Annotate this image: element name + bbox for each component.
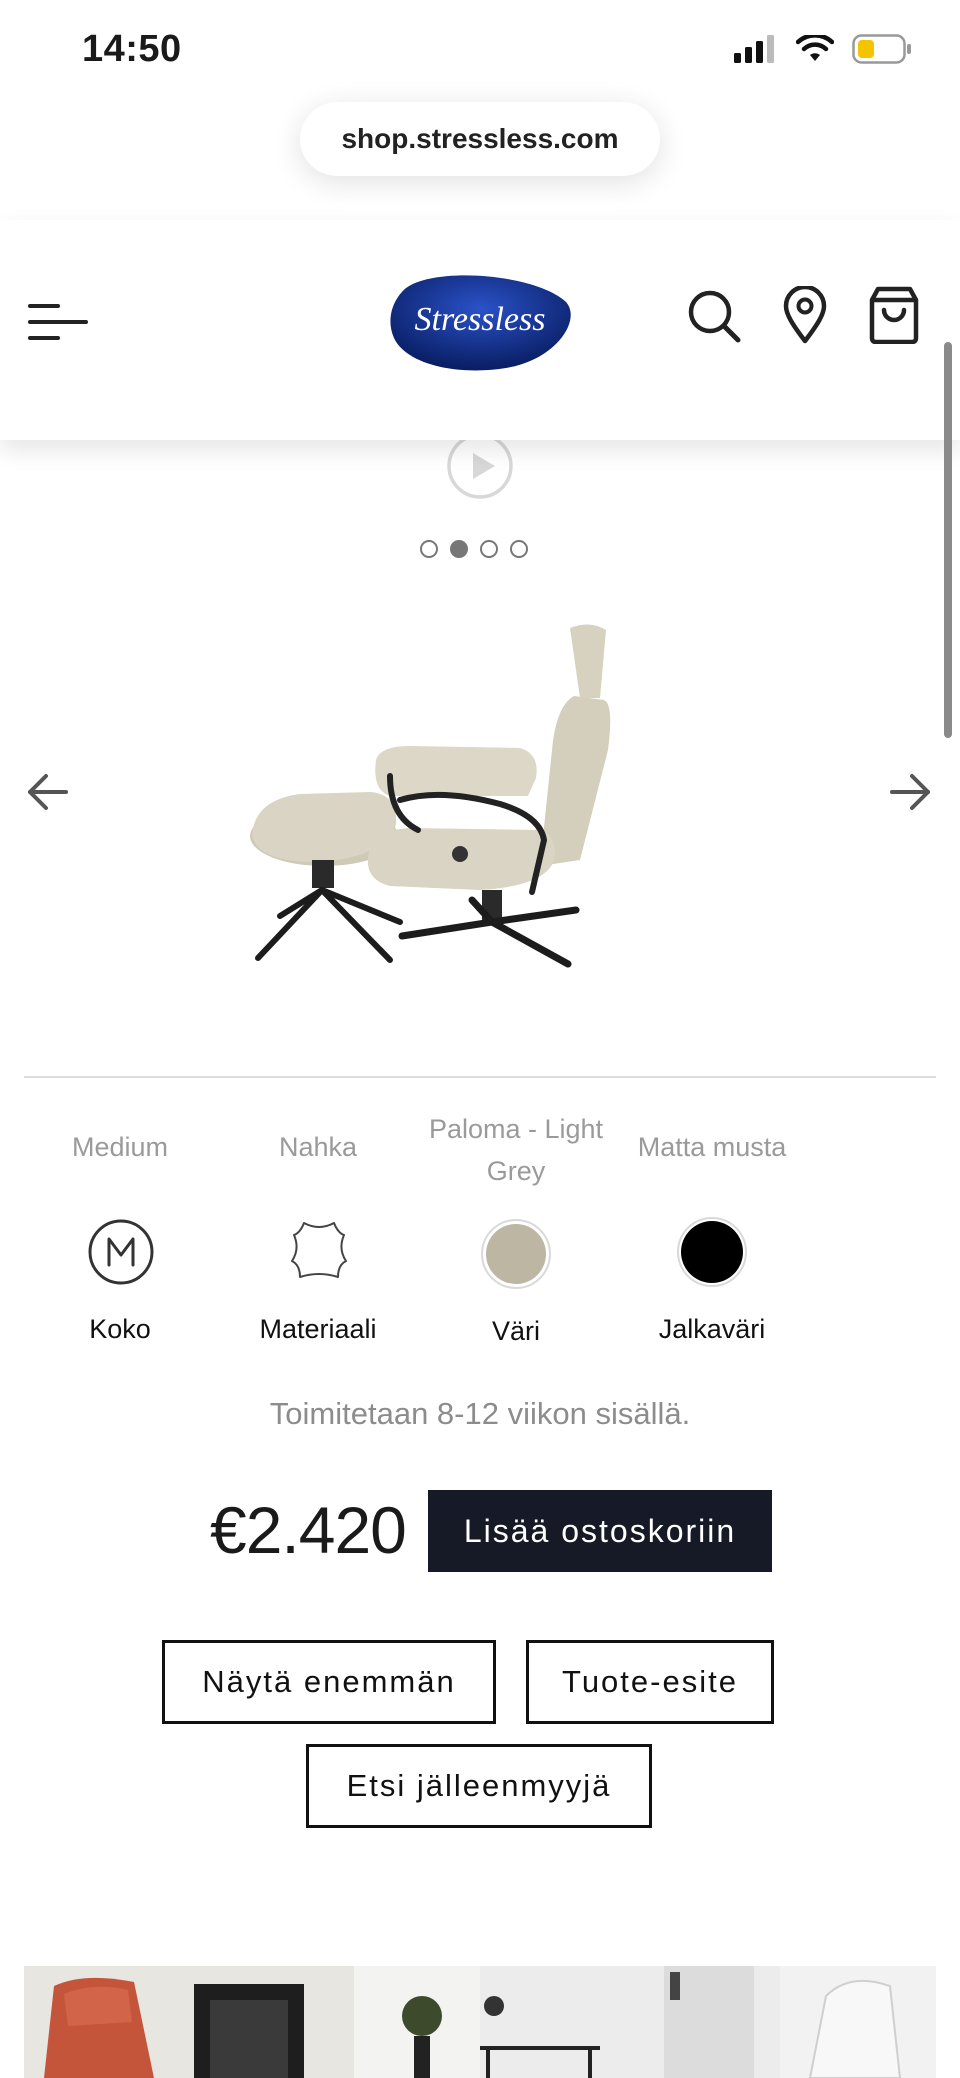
option-color-value-wrap: Paloma - Light Grey bbox=[418, 1108, 614, 1192]
carousel-dot-2[interactable] bbox=[450, 540, 468, 558]
product-price: €2.420 bbox=[210, 1493, 407, 1567]
stressless-logo[interactable]: Stressless bbox=[386, 268, 574, 374]
status-icons bbox=[734, 34, 912, 64]
cellular-signal-icon bbox=[734, 35, 774, 63]
find-dealer-button[interactable]: Etsi jälleenmyyjä bbox=[306, 1744, 652, 1828]
menu-icon[interactable] bbox=[28, 300, 88, 344]
product-image bbox=[250, 624, 611, 968]
lifestyle-photo-right-image bbox=[480, 1966, 936, 2078]
show-more-button[interactable]: Näytä enemmän bbox=[162, 1640, 496, 1724]
shopping-bag-icon[interactable] bbox=[868, 286, 920, 344]
option-material-value: Nahka bbox=[278, 1132, 358, 1162]
option-size-value-wrap: Medium bbox=[22, 1126, 218, 1168]
option-base-value-wrap: Matta musta bbox=[614, 1126, 810, 1168]
option-base-value: Matta musta bbox=[637, 1132, 787, 1162]
carousel-dot-4[interactable] bbox=[510, 540, 528, 558]
option-base-label-wrap: Jalkaväri bbox=[614, 1314, 810, 1345]
base-color-swatch-icon[interactable] bbox=[676, 1216, 748, 1288]
battery-icon bbox=[852, 34, 911, 64]
option-material-label-wrap: Materiaali bbox=[220, 1314, 416, 1345]
logo-text: Stressless bbox=[415, 301, 546, 338]
play-video-icon[interactable] bbox=[446, 432, 514, 500]
option-material-value-wrap: Nahka bbox=[220, 1126, 416, 1168]
add-to-cart-button[interactable]: Lisää ostoskoriin bbox=[428, 1490, 772, 1572]
brochure-button[interactable]: Tuote-esite bbox=[526, 1640, 774, 1724]
recliner-illustration bbox=[367, 624, 611, 968]
option-color-value: Paloma - Light Grey bbox=[428, 1114, 604, 1186]
lifestyle-photo-left-image bbox=[24, 1966, 480, 2078]
option-size-label[interactable]: Koko bbox=[22, 1314, 218, 1345]
address-bar[interactable]: shop.stressless.com bbox=[300, 102, 660, 176]
option-size-value: Medium bbox=[71, 1132, 169, 1162]
carousel-dot-1[interactable] bbox=[420, 540, 438, 558]
arrow-left-icon[interactable] bbox=[26, 772, 70, 812]
option-size-label-wrap: Koko bbox=[22, 1314, 218, 1345]
option-base-label[interactable]: Jalkaväri bbox=[614, 1314, 810, 1345]
option-material-label[interactable]: Materiaali bbox=[220, 1314, 416, 1345]
search-icon[interactable] bbox=[686, 288, 742, 344]
page-scrollbar[interactable] bbox=[944, 342, 952, 738]
location-pin-icon[interactable] bbox=[782, 286, 828, 344]
carousel-dot-3[interactable] bbox=[480, 540, 498, 558]
status-time: 14:50 bbox=[82, 28, 182, 70]
leather-icon[interactable] bbox=[284, 1215, 354, 1285]
carousel-dots bbox=[420, 540, 528, 558]
size-m-icon[interactable] bbox=[86, 1217, 156, 1287]
option-color-label[interactable]: Väri bbox=[418, 1316, 614, 1347]
arrow-right-icon[interactable] bbox=[888, 772, 932, 812]
option-color-label-wrap: Väri bbox=[418, 1316, 614, 1347]
lifestyle-photo-right[interactable] bbox=[480, 1966, 936, 2078]
section-divider bbox=[24, 1076, 936, 1078]
delivery-info: Toimitetaan 8-12 viikon sisällä. bbox=[269, 1396, 691, 1431]
lifestyle-photo-left[interactable] bbox=[24, 1966, 480, 2078]
wifi-icon bbox=[796, 35, 834, 61]
color-swatch-icon[interactable] bbox=[480, 1218, 552, 1290]
